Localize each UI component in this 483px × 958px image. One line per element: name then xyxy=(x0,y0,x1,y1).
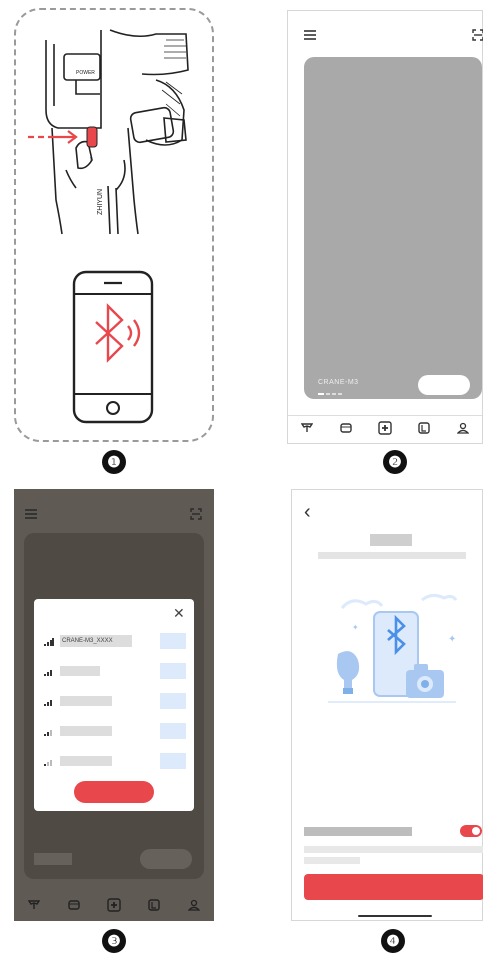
description-placeholder xyxy=(304,846,483,853)
device-name: CRANE-M3 xyxy=(318,379,359,386)
tab-add-icon[interactable] xyxy=(107,898,121,912)
app-home-screen: CRANE-M3 xyxy=(287,10,483,444)
home-indicator xyxy=(358,915,432,917)
tab-add-icon[interactable] xyxy=(378,421,392,435)
svg-text:POWER: POWER xyxy=(76,70,95,76)
svg-text:✦: ✦ xyxy=(352,623,359,632)
signal-icon xyxy=(44,730,52,736)
menu-icon[interactable] xyxy=(24,507,38,525)
primary-action-button[interactable] xyxy=(304,874,483,900)
illustration-panel-1: POWER ZHIYUN ↑ xyxy=(14,8,214,442)
connect-button[interactable] xyxy=(418,375,470,395)
page-dot xyxy=(338,393,342,395)
step-number-2: ❷ xyxy=(383,450,407,474)
device-row[interactable] xyxy=(44,693,186,709)
step-number-1: ❶ xyxy=(102,450,126,474)
connect-chip[interactable] xyxy=(160,753,186,769)
menu-icon[interactable] xyxy=(303,28,317,46)
tab-bar xyxy=(14,891,214,919)
tab-media-icon[interactable] xyxy=(339,421,353,435)
scan-icon[interactable] xyxy=(472,28,483,46)
device-row[interactable] xyxy=(44,663,186,679)
device-row[interactable] xyxy=(44,723,186,739)
tab-bar xyxy=(288,413,482,443)
confirm-button[interactable] xyxy=(74,781,154,803)
device-row-placeholder xyxy=(60,696,112,706)
page-dot xyxy=(326,393,330,395)
connect-button xyxy=(140,849,192,869)
signal-icon xyxy=(44,638,54,646)
page-dot xyxy=(332,393,336,395)
device-row[interactable] xyxy=(44,753,186,769)
gimbal-illustration: POWER ZHIYUN ↑ xyxy=(28,29,189,424)
tab-gimbal-icon[interactable] xyxy=(27,898,41,912)
svg-text:ZHIYUN: ZHIYUN xyxy=(97,189,104,215)
back-icon[interactable]: ‹ xyxy=(304,502,311,522)
device-row-placeholder xyxy=(60,726,112,736)
device-row-placeholder xyxy=(60,666,100,676)
connect-chip[interactable] xyxy=(160,693,186,709)
description-placeholder xyxy=(304,857,360,864)
tab-learn-icon[interactable] xyxy=(417,421,431,435)
tab-profile-icon[interactable] xyxy=(187,898,201,912)
device-row[interactable]: CRANE-M3_XXXX xyxy=(44,633,186,649)
signal-icon xyxy=(44,700,52,706)
title-placeholder xyxy=(370,534,412,546)
bluetooth-toggle[interactable] xyxy=(460,825,482,837)
toggle-knob xyxy=(472,827,480,835)
device-row-name: CRANE-M3_XXXX xyxy=(60,635,132,647)
device-name-placeholder xyxy=(34,853,72,865)
device-card[interactable]: CRANE-M3 xyxy=(304,57,482,399)
signal-icon xyxy=(44,670,52,676)
connect-chip[interactable] xyxy=(160,663,186,679)
tab-gimbal-icon[interactable] xyxy=(300,421,314,435)
svg-text:↑: ↑ xyxy=(89,156,93,163)
svg-text:✦: ✦ xyxy=(448,634,456,645)
scan-icon[interactable] xyxy=(190,507,202,525)
tab-learn-icon[interactable] xyxy=(147,898,161,912)
device-search-screen: ✕ CRANE-M3_XXXX xyxy=(14,489,214,921)
permission-label-placeholder xyxy=(304,827,412,836)
subtitle-placeholder xyxy=(318,552,466,559)
tab-media-icon[interactable] xyxy=(67,898,81,912)
bluetooth-phone-illustration: ✦ ✦ xyxy=(328,593,458,703)
step-number-3: ❸ xyxy=(102,929,126,953)
connect-chip[interactable] xyxy=(160,723,186,739)
device-list-dialog: ✕ CRANE-M3_XXXX xyxy=(34,599,194,811)
signal-icon xyxy=(44,760,52,766)
tab-profile-icon[interactable] xyxy=(456,421,470,435)
bluetooth-permission-screen: ‹ ✦ ✦ xyxy=(291,489,483,921)
device-row-placeholder xyxy=(60,756,112,766)
connect-chip[interactable] xyxy=(160,633,186,649)
step-number-4: ❹ xyxy=(381,929,405,953)
close-icon[interactable]: ✕ xyxy=(173,605,185,622)
page-dot xyxy=(318,393,324,395)
